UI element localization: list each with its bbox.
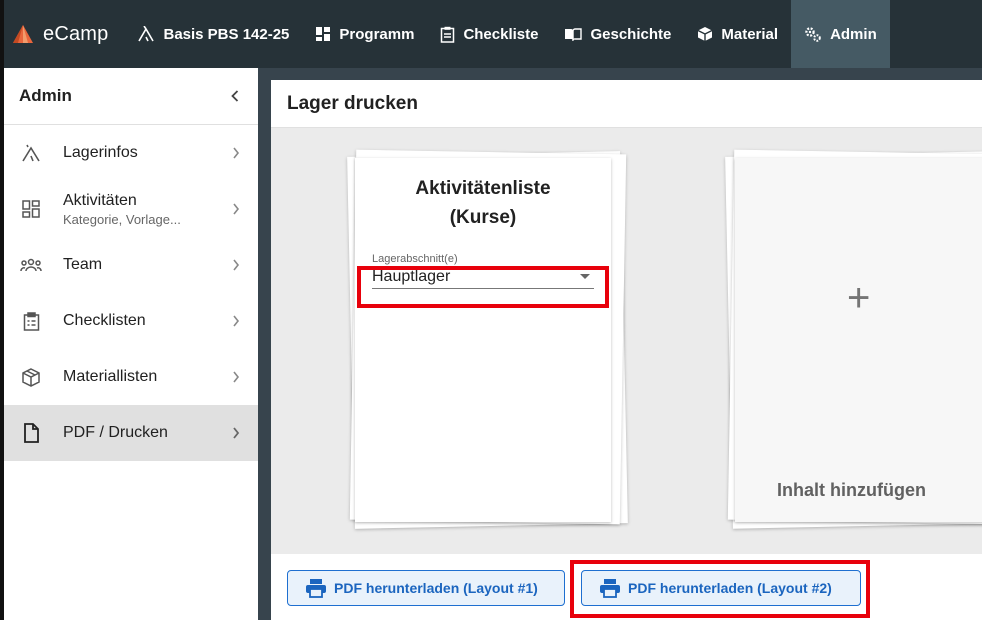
gears-icon <box>805 27 821 42</box>
download-pdf-layout1-button[interactable]: PDF herunterladen (Layout #1) <box>287 570 565 606</box>
sidebar-item-subtitle: Kategorie, Vorlage... <box>63 211 181 227</box>
add-content-label: Inhalt hinzufügen <box>777 480 926 500</box>
download-footer: PDF herunterladen (Layout #1) PDF herunt… <box>271 554 982 620</box>
button-label: PDF herunterladen (Layout #2) <box>628 580 832 596</box>
print-config-canvas: Aktivitätenliste (Kurse) Lagerabschnitt(… <box>271 128 982 554</box>
collapse-sidebar-icon[interactable] <box>230 89 240 103</box>
download-pdf-layout2-button[interactable]: PDF herunterladen (Layout #2) <box>581 570 861 606</box>
top-navigation-bar: eCamp Basis PBS 142-25 Programm Checklis… <box>0 0 982 620</box>
book-icon <box>565 28 583 41</box>
box-icon <box>20 366 42 388</box>
sidebar-item-label: Aktivitäten <box>63 191 137 209</box>
nav-admin-label: Admin <box>830 25 877 43</box>
nav-material[interactable]: Material <box>684 0 791 68</box>
sidebar-item-materiallisten[interactable]: Materiallisten <box>4 349 258 405</box>
brand-name: eCamp <box>43 22 109 45</box>
file-icon <box>20 422 42 444</box>
print-panel: Lager drucken Aktivitätenliste (Kurse) L… <box>271 80 982 620</box>
nav-checkliste[interactable]: Checkliste <box>427 0 551 68</box>
clipboard-icon <box>20 310 42 332</box>
chevron-right-icon <box>233 203 240 215</box>
nav-geschichte[interactable]: Geschichte <box>551 0 684 68</box>
clipboard-icon <box>441 26 455 43</box>
brand-home-link[interactable]: eCamp <box>0 0 124 68</box>
printer-icon <box>306 579 326 598</box>
field-label: Lagerabschnitt(e) <box>372 253 458 265</box>
admin-sidebar: Admin Lagerinfos Aktivitäten Kategorie, … <box>4 68 258 620</box>
chevron-right-icon <box>233 427 240 439</box>
card-title-line2: (Kurse) <box>449 207 517 228</box>
box-icon <box>698 27 713 41</box>
sidebar-item-lagerinfos[interactable]: Lagerinfos <box>4 125 258 181</box>
nav-camp[interactable]: Basis PBS 142-25 <box>124 0 302 68</box>
sidebar-item-checklisten[interactable]: Checklisten <box>4 293 258 349</box>
sidebar-item-label: Checklisten <box>63 312 146 329</box>
ecamp-logo-icon <box>13 25 33 43</box>
activity-list-card[interactable]: Aktivitätenliste (Kurse) Lagerabschnitt(… <box>355 158 611 522</box>
sidebar-item-pdf-drucken[interactable]: PDF / Drucken <box>4 405 258 461</box>
page-title: Lager drucken <box>287 92 418 114</box>
sidebar-item-label: Lagerinfos <box>63 144 138 161</box>
panel-header: Lager drucken <box>271 80 982 128</box>
chevron-right-icon <box>233 259 240 271</box>
tent-icon <box>20 142 42 164</box>
sidebar-item-label: PDF / Drucken <box>63 424 168 441</box>
nav-programm-label: Programm <box>339 25 415 43</box>
sidebar-header: Admin <box>4 68 258 125</box>
select-row[interactable]: Hauptlager <box>372 265 594 289</box>
sidebar-title: Admin <box>19 86 72 105</box>
nav-checkliste-label: Checkliste <box>463 25 539 43</box>
sidebar-item-label: Materiallisten <box>63 368 158 385</box>
chevron-right-icon <box>233 315 240 327</box>
team-icon <box>20 254 42 276</box>
card-title-line1: Aktivitätenliste <box>415 178 551 199</box>
chevron-right-icon <box>233 371 240 383</box>
add-content-card-stack: + Inhalt hinzufügen <box>725 149 982 532</box>
nav-geschichte-label: Geschichte <box>590 25 672 43</box>
dashboard-icon <box>20 198 42 220</box>
dropdown-caret-icon[interactable] <box>580 274 590 279</box>
nav-admin[interactable]: Admin <box>791 0 890 68</box>
activity-list-card-stack: Aktivitätenliste (Kurse) Lagerabschnitt(… <box>347 149 628 532</box>
tent-icon <box>138 26 155 42</box>
add-content-card[interactable]: + Inhalt hinzufügen <box>735 158 982 522</box>
nav-camp-label: Basis PBS 142-25 <box>163 25 290 43</box>
sidebar-item-label: Team <box>63 256 103 273</box>
sidebar-item-aktivitaeten[interactable]: Aktivitäten Kategorie, Vorlage... <box>4 181 258 237</box>
lagerabschnitt-select[interactable]: Lagerabschnitt(e) Hauptlager <box>372 253 594 289</box>
add-plus-icon: + <box>847 276 871 320</box>
chevron-right-icon <box>233 147 240 159</box>
button-label: PDF herunterladen (Layout #1) <box>334 580 538 596</box>
grid-icon <box>316 27 331 41</box>
nav-programm[interactable]: Programm <box>302 0 427 68</box>
printer-icon <box>600 579 620 598</box>
selected-value: Hauptlager <box>372 267 451 285</box>
nav-material-label: Material <box>721 25 779 43</box>
sidebar-item-team[interactable]: Team <box>4 237 258 293</box>
